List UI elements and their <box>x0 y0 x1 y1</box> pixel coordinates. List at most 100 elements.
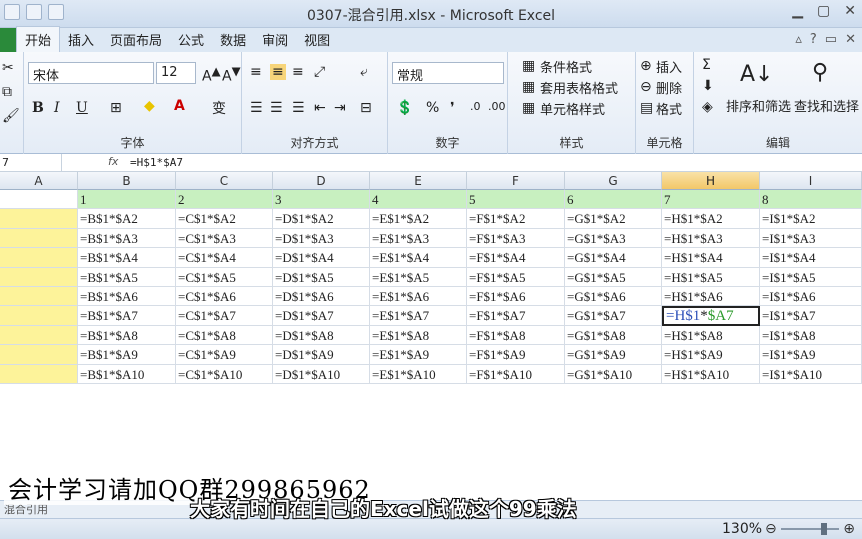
cell-c10[interactable]: =C$1*$A10 <box>176 364 273 384</box>
cell-e7[interactable]: =E$1*$A7 <box>370 306 467 326</box>
cell-h6[interactable]: =H$1*$A6 <box>662 287 760 307</box>
cell-f2[interactable]: =F$1*$A2 <box>467 209 565 229</box>
orientation-icon[interactable]: ⤢ <box>314 64 325 80</box>
cell-h2[interactable]: =H$1*$A2 <box>662 209 760 229</box>
decrease-decimal-icon[interactable]: .00 <box>488 100 506 113</box>
cell-g2[interactable]: =G$1*$A2 <box>565 209 662 229</box>
cell-b2[interactable]: =B$1*$A2 <box>78 209 176 229</box>
cell-d4[interactable]: =D$1*$A4 <box>273 248 370 268</box>
cell-c9[interactable]: =C$1*$A9 <box>176 345 273 365</box>
cell-b5[interactable]: =B$1*$A5 <box>78 267 176 287</box>
phonetic-icon[interactable]: 变 <box>212 98 226 118</box>
cell-a2[interactable] <box>0 209 78 229</box>
cell-e8[interactable]: =E$1*$A8 <box>370 325 467 346</box>
cell-e9[interactable]: =E$1*$A9 <box>370 345 467 365</box>
format-cells-icon[interactable]: ▤ <box>640 100 653 116</box>
cell-a7[interactable] <box>0 306 78 326</box>
cell-b1[interactable]: 1 <box>78 190 176 210</box>
cell-i7[interactable]: =I$1*$A7 <box>760 306 862 326</box>
maximize-icon[interactable]: ▢ <box>817 3 830 19</box>
cell-d3[interactable]: =D$1*$A3 <box>273 228 370 249</box>
align-top-icon[interactable]: ≡ <box>250 64 262 80</box>
cell-c8[interactable]: =C$1*$A8 <box>176 325 273 346</box>
column-header-b[interactable]: B <box>78 172 176 190</box>
cell-i4[interactable]: =I$1*$A4 <box>760 248 862 268</box>
cell-g8[interactable]: =G$1*$A8 <box>565 325 662 346</box>
underline-icon[interactable]: U <box>76 100 88 116</box>
cell-i1[interactable]: 8 <box>760 190 862 210</box>
cell-g9[interactable]: =G$1*$A9 <box>565 345 662 365</box>
cell-e4[interactable]: =E$1*$A4 <box>370 248 467 268</box>
cell-a1[interactable] <box>0 190 78 210</box>
column-header-e[interactable]: E <box>370 172 467 190</box>
tab-home[interactable]: 开始 <box>16 26 61 52</box>
column-header-h[interactable]: H <box>662 172 760 190</box>
column-header-f[interactable]: F <box>467 172 565 190</box>
cell-h3[interactable]: =H$1*$A3 <box>662 228 760 249</box>
column-header-a[interactable]: A <box>0 172 78 190</box>
cell-c3[interactable]: =C$1*$A3 <box>176 228 273 249</box>
cell-c4[interactable]: =C$1*$A4 <box>176 248 273 268</box>
find-select-button[interactable]: 查找和选择 <box>794 96 859 115</box>
cell-h8[interactable]: =H$1*$A8 <box>662 325 760 346</box>
comma-style-icon[interactable]: ❜ <box>450 100 455 116</box>
fill-icon[interactable]: ⬇ <box>702 78 714 94</box>
close-icon[interactable]: ✕ <box>844 3 856 19</box>
formula-input[interactable]: =H$1*$A7 <box>130 156 183 169</box>
cell-c1[interactable]: 2 <box>176 190 273 210</box>
cell-i9[interactable]: =I$1*$A9 <box>760 345 862 365</box>
cell-e5[interactable]: =E$1*$A5 <box>370 267 467 287</box>
cell-g1[interactable]: 6 <box>565 190 662 210</box>
merge-center-icon[interactable]: ⊟ <box>360 100 372 116</box>
cell-d1[interactable]: 3 <box>273 190 370 210</box>
cell-h5[interactable]: =H$1*$A5 <box>662 267 760 287</box>
grow-font-icon[interactable]: A▲ <box>202 64 221 85</box>
cell-f10[interactable]: =F$1*$A10 <box>467 364 565 384</box>
delete-cells-button[interactable]: 删除 <box>656 78 682 97</box>
tab-data[interactable]: 数据 <box>212 27 254 52</box>
cell-i8[interactable]: =I$1*$A8 <box>760 325 862 346</box>
column-header-c[interactable]: C <box>176 172 273 190</box>
ribbon-minimize-icon[interactable]: ▭ <box>825 32 837 47</box>
zoom-slider[interactable]: ⊖ ⊕ <box>765 521 855 537</box>
cell-styles-icon[interactable]: ▦ <box>522 100 535 116</box>
cell-d9[interactable]: =D$1*$A9 <box>273 345 370 365</box>
copy-icon[interactable]: ⧉ <box>2 84 12 100</box>
cell-a5[interactable] <box>0 267 78 287</box>
cut-icon[interactable]: ✂ <box>2 60 14 76</box>
cell-f3[interactable]: =F$1*$A3 <box>467 228 565 249</box>
cell-b3[interactable]: =B$1*$A3 <box>78 228 176 249</box>
cell-c5[interactable]: =C$1*$A5 <box>176 267 273 287</box>
find-select-icon[interactable]: ⚲ <box>812 60 828 85</box>
cell-a8[interactable] <box>0 325 78 346</box>
cell-e10[interactable]: =E$1*$A10 <box>370 364 467 384</box>
cell-h9[interactable]: =H$1*$A9 <box>662 345 760 365</box>
cell-i5[interactable]: =I$1*$A5 <box>760 267 862 287</box>
cell-f9[interactable]: =F$1*$A9 <box>467 345 565 365</box>
cell-i10[interactable]: =I$1*$A10 <box>760 364 862 384</box>
cell-a10[interactable] <box>0 364 78 384</box>
cell-h1[interactable]: 7 <box>662 190 760 210</box>
cell-g10[interactable]: =G$1*$A10 <box>565 364 662 384</box>
cell-a4[interactable] <box>0 248 78 268</box>
worksheet-grid[interactable]: A B C D E F G H I 1 2 3 4 5 6 7 8 =B$1*$… <box>0 172 862 472</box>
cell-f7[interactable]: =F$1*$A7 <box>467 306 565 326</box>
cell-g5[interactable]: =G$1*$A5 <box>565 267 662 287</box>
cell-f8[interactable]: =F$1*$A8 <box>467 325 565 346</box>
cell-i6[interactable]: =I$1*$A6 <box>760 287 862 307</box>
bold-icon[interactable]: B <box>32 100 44 116</box>
tab-page-layout[interactable]: 页面布局 <box>102 27 170 52</box>
align-middle-icon[interactable]: ≡ <box>270 64 286 80</box>
conditional-format-button[interactable]: 条件格式 <box>540 57 592 76</box>
cell-f5[interactable]: =F$1*$A5 <box>467 267 565 287</box>
cell-h10[interactable]: =H$1*$A10 <box>662 364 760 384</box>
fx-icon[interactable]: fx <box>108 155 118 168</box>
cell-d8[interactable]: =D$1*$A8 <box>273 325 370 346</box>
accounting-format-icon[interactable]: 💲 <box>396 100 413 116</box>
align-right-icon[interactable]: ☰ <box>292 100 305 116</box>
cell-c6[interactable]: =C$1*$A6 <box>176 287 273 307</box>
conditional-format-icon[interactable]: ▦ <box>522 58 535 74</box>
cell-g3[interactable]: =G$1*$A3 <box>565 228 662 249</box>
column-header-g[interactable]: G <box>565 172 662 190</box>
cell-h4[interactable]: =H$1*$A4 <box>662 248 760 268</box>
